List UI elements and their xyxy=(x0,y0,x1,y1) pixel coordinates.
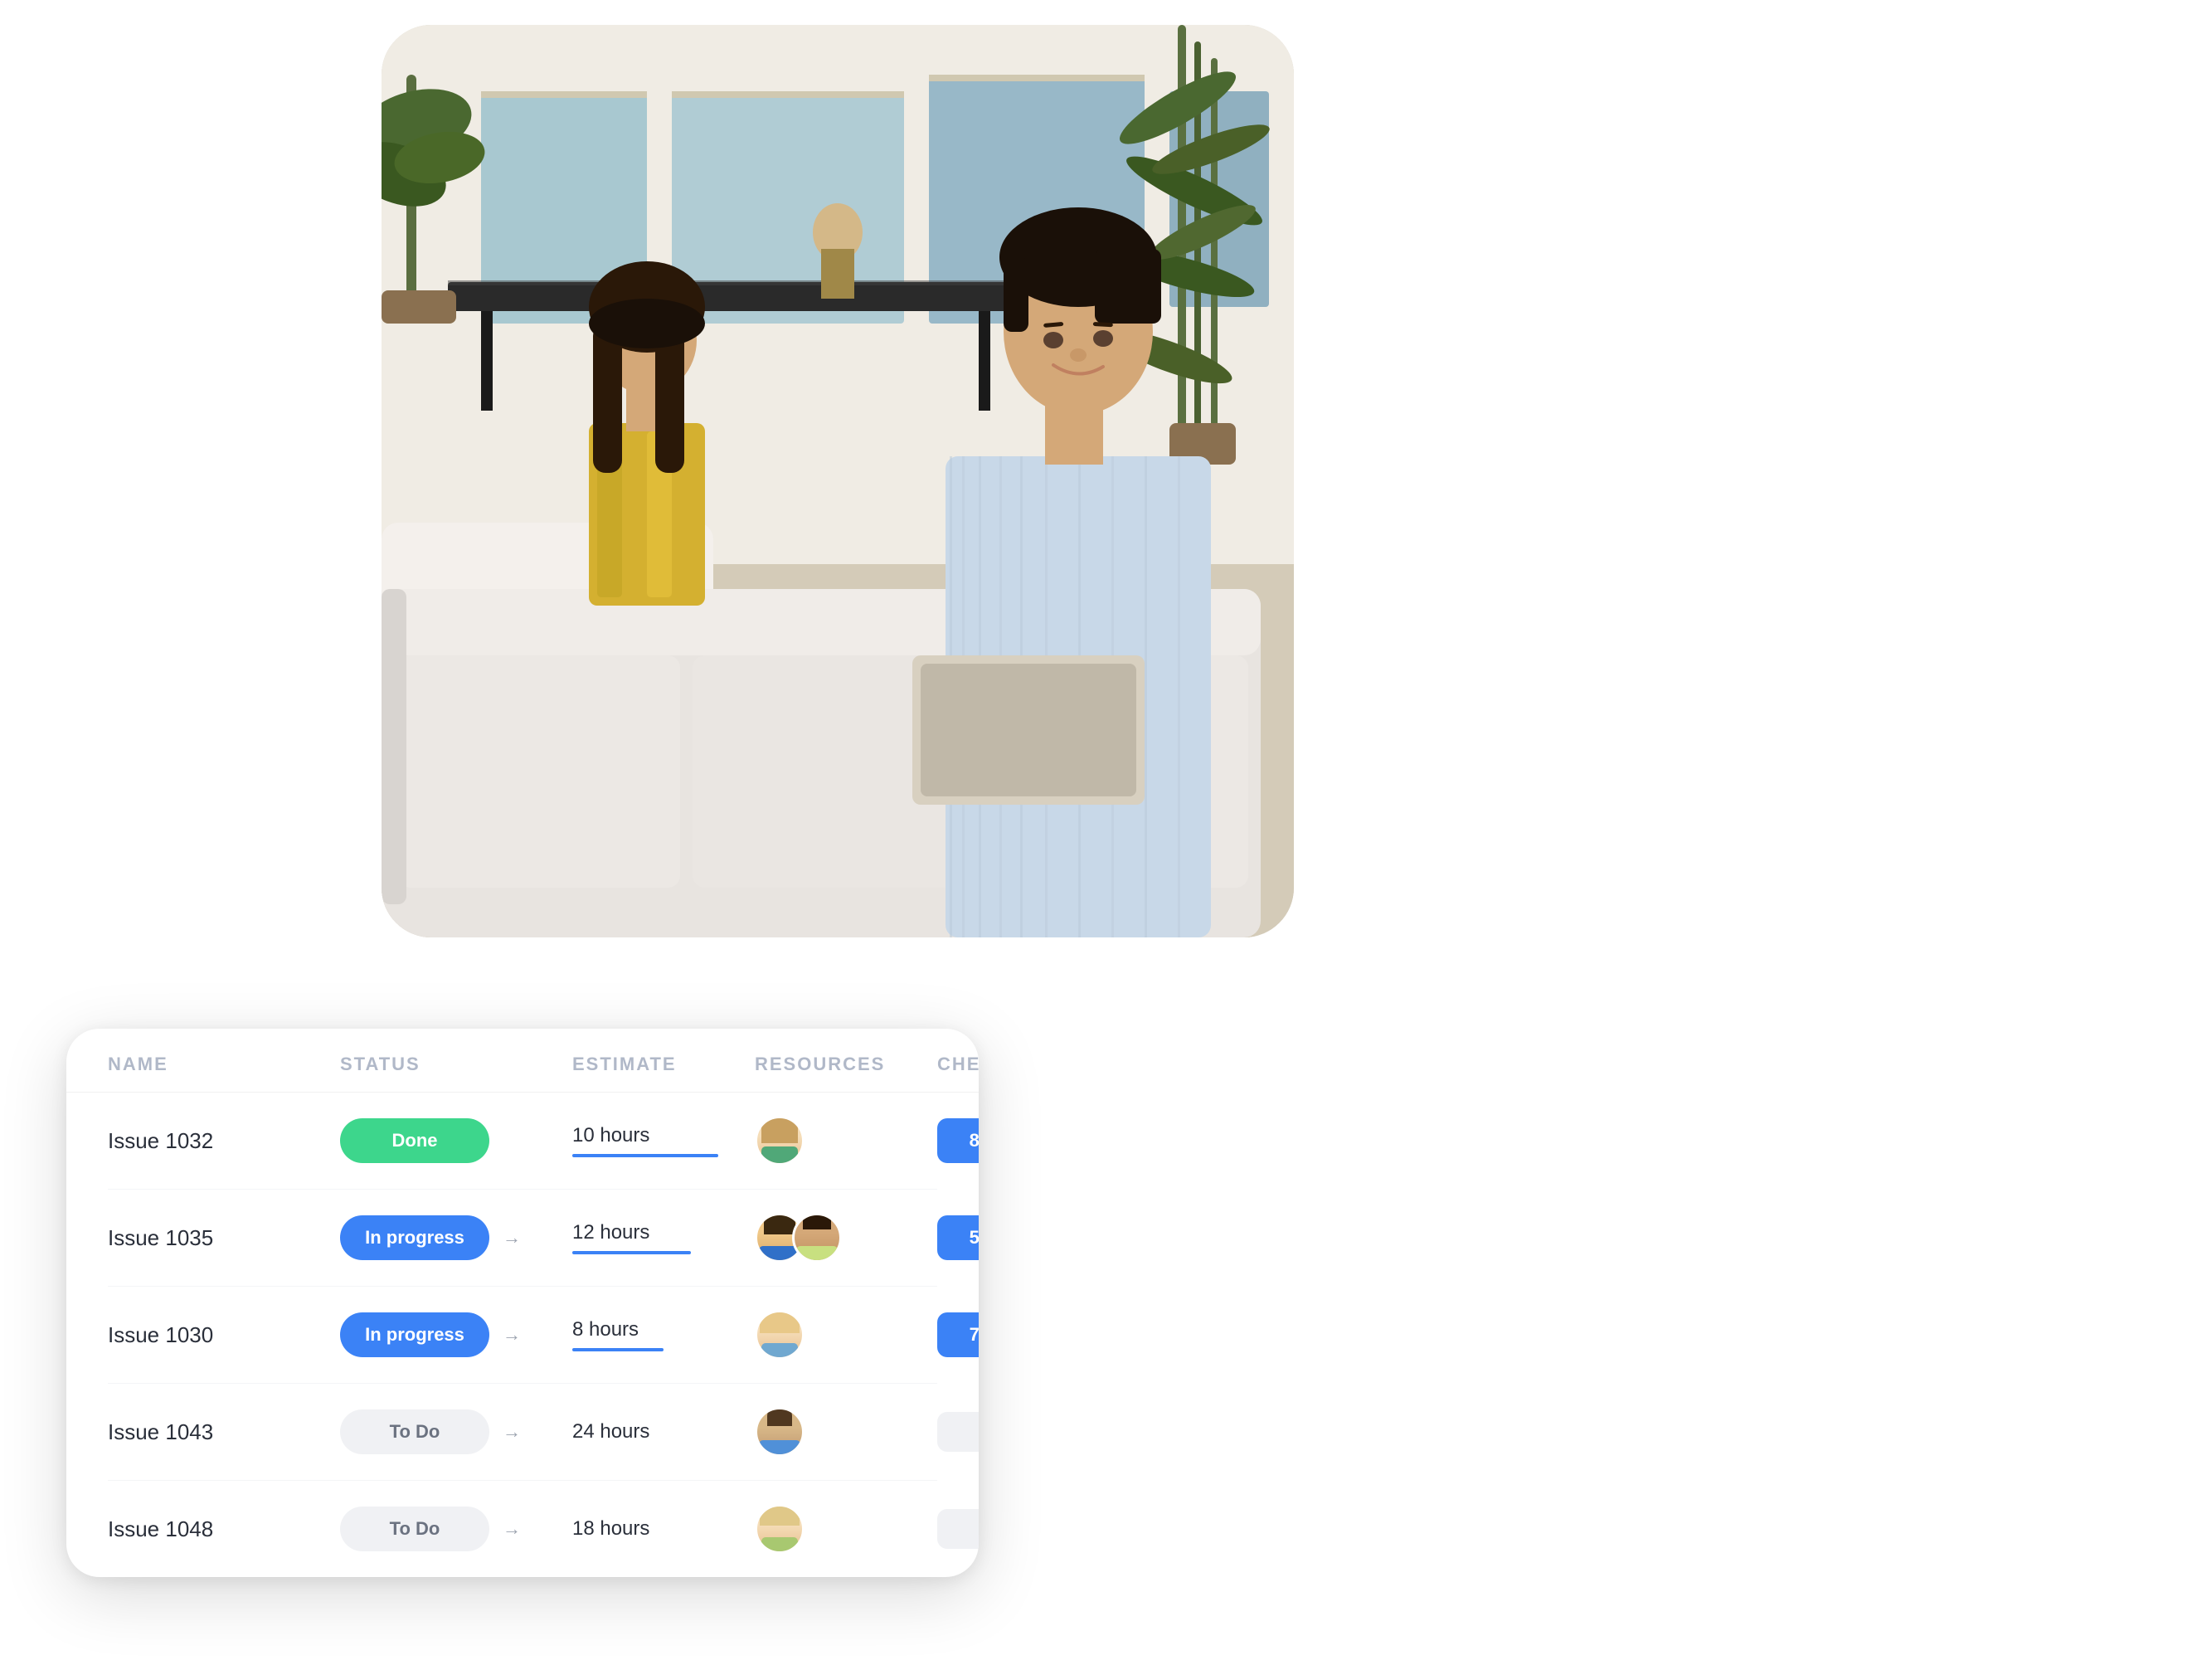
estimate-progress-bar xyxy=(572,1251,691,1254)
avatar xyxy=(792,1213,842,1263)
estimate-value: 24 hours xyxy=(572,1420,755,1443)
arrow-icon: → xyxy=(503,1421,521,1443)
checklist-cell xyxy=(937,1509,979,1549)
estimate-cell: 8 hours xyxy=(572,1318,755,1351)
issue-name: Issue 1030 xyxy=(108,1322,340,1348)
col-header-status: STATUS xyxy=(340,1054,572,1075)
status-cell: In progress → xyxy=(340,1215,572,1260)
office-photo-card xyxy=(382,25,1294,937)
status-cell: Done xyxy=(340,1118,572,1163)
estimate-value: 8 hours xyxy=(572,1318,755,1341)
resources-cell xyxy=(755,1407,937,1457)
col-header-checklist: CHECKLIST xyxy=(937,1054,979,1075)
status-badge[interactable]: Done xyxy=(340,1118,489,1163)
table-row: Issue 1048 To Do → 18 hours xyxy=(108,1481,937,1577)
resources-cell xyxy=(755,1116,937,1166)
estimate-cell: 24 hours xyxy=(572,1420,755,1443)
issue-name: Issue 1035 xyxy=(108,1225,340,1251)
avatar xyxy=(755,1310,805,1360)
col-header-resources: RESOURCES xyxy=(755,1054,937,1075)
status-cell: To Do → xyxy=(340,1507,572,1551)
checklist-badge: 8 / 8 xyxy=(937,1118,979,1163)
col-header-name: NAME xyxy=(108,1054,340,1075)
checklist-cell: 7 / 8 xyxy=(937,1312,979,1357)
checklist-cell xyxy=(937,1412,979,1452)
estimate-value: 12 hours xyxy=(572,1221,755,1244)
issue-name: Issue 1043 xyxy=(108,1419,340,1445)
status-badge[interactable]: In progress xyxy=(340,1215,489,1260)
resources-cell xyxy=(755,1310,937,1360)
estimate-value: 18 hours xyxy=(572,1517,755,1541)
checklist-empty xyxy=(937,1509,979,1549)
col-header-estimate: ESTIMATE xyxy=(572,1054,755,1075)
status-cell: To Do → xyxy=(340,1409,572,1454)
estimate-cell: 18 hours xyxy=(572,1517,755,1541)
table-row: Issue 1035 In progress → 12 hours 5 / 8 xyxy=(108,1190,937,1287)
estimate-cell: 12 hours xyxy=(572,1221,755,1254)
issue-name: Issue 1032 xyxy=(108,1128,340,1154)
checklist-cell: 8 / 8 xyxy=(937,1118,979,1163)
status-badge[interactable]: In progress xyxy=(340,1312,489,1357)
table-row: Issue 1032 Done 10 hours 8 / 8 xyxy=(108,1093,937,1190)
avatar xyxy=(755,1116,805,1166)
checklist-cell: 5 / 8 xyxy=(937,1215,979,1260)
arrow-icon: → xyxy=(503,1227,521,1249)
status-cell: In progress → xyxy=(340,1312,572,1357)
estimate-progress-bar xyxy=(572,1154,718,1157)
resources-cell xyxy=(755,1213,937,1263)
avatar xyxy=(755,1407,805,1457)
table-body: Issue 1032 Done 10 hours 8 / 8 Issue 103… xyxy=(66,1093,979,1577)
arrow-icon: → xyxy=(503,1518,521,1540)
arrow-icon: → xyxy=(503,1324,521,1346)
avatar xyxy=(755,1504,805,1554)
issue-name: Issue 1048 xyxy=(108,1516,340,1542)
estimate-cell: 10 hours xyxy=(572,1124,755,1157)
checklist-badge: 7 / 8 xyxy=(937,1312,979,1357)
resources-cell xyxy=(755,1504,937,1554)
status-badge[interactable]: To Do xyxy=(340,1409,489,1454)
issues-table-card: NAME STATUS ESTIMATE RESOURCES CHECKLIST… xyxy=(66,1029,979,1577)
checklist-badge: 5 / 8 xyxy=(937,1215,979,1260)
estimate-progress-bar xyxy=(572,1348,664,1351)
table-row: Issue 1030 In progress → 8 hours 7 / 8 xyxy=(108,1287,937,1384)
table-row: Issue 1043 To Do → 24 hours xyxy=(108,1384,937,1481)
status-badge[interactable]: To Do xyxy=(340,1507,489,1551)
estimate-value: 10 hours xyxy=(572,1124,755,1147)
table-header: NAME STATUS ESTIMATE RESOURCES CHECKLIST xyxy=(66,1029,979,1093)
checklist-empty xyxy=(937,1412,979,1452)
